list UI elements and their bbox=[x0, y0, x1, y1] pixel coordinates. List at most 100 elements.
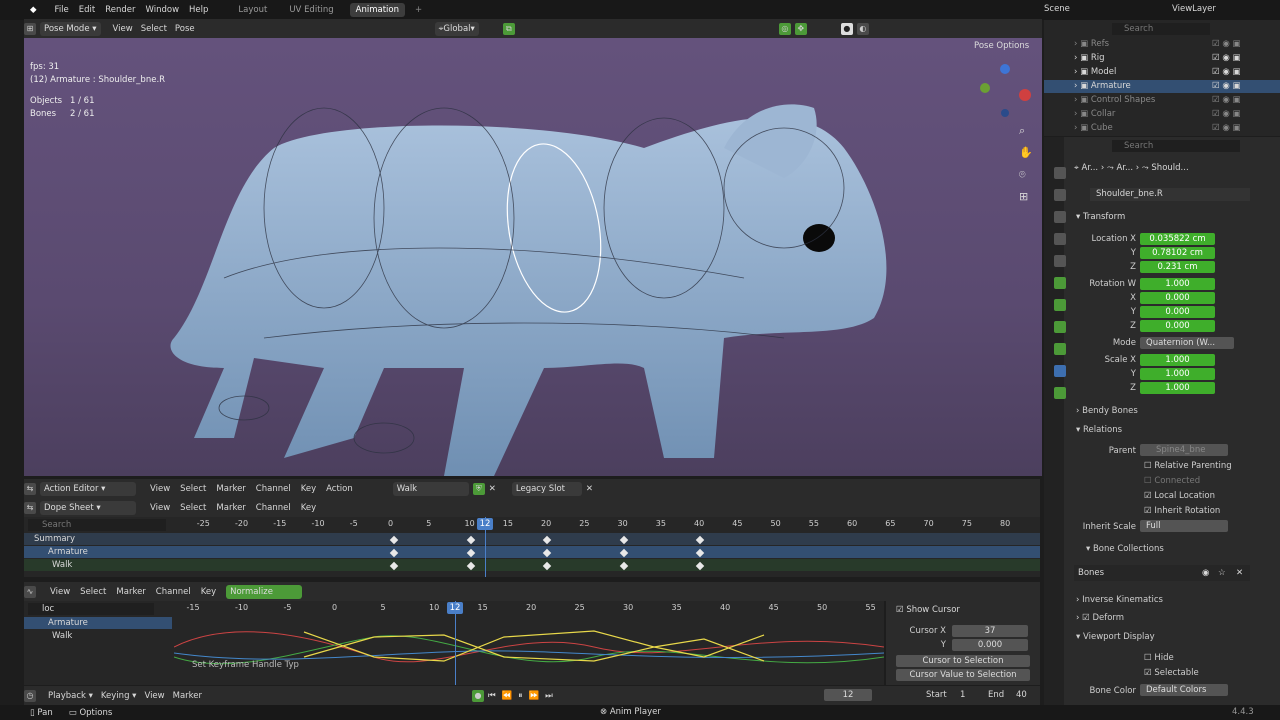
end-field[interactable]: 40 bbox=[1016, 690, 1027, 700]
ae-menu-marker[interactable]: Marker bbox=[216, 484, 245, 494]
normalize-toggle[interactable]: Normalize bbox=[226, 584, 303, 599]
ds-menu-view[interactable]: View bbox=[150, 503, 170, 513]
record-icon[interactable]: ● bbox=[472, 689, 484, 702]
blender-logo-icon[interactable]: ◆ bbox=[30, 5, 37, 15]
snap-icon[interactable]: ⧉ bbox=[502, 22, 515, 35]
location-z-field[interactable]: 0.231 cm bbox=[1140, 261, 1215, 273]
ds-menu-key[interactable]: Key bbox=[301, 503, 316, 513]
parent-field[interactable]: Spine4_bne bbox=[1140, 444, 1228, 456]
3d-viewport[interactable]: fps: 31 (12) Armature : Shoulder_bne.R O… bbox=[24, 38, 1042, 476]
timeline-menu-marker[interactable]: Marker bbox=[173, 691, 202, 701]
graph-editor-area[interactable]: loc -15 -10 -5 0 5 10 15 20 25 30 35 40 45 50 55 Armat… bbox=[24, 601, 884, 685]
tab-uv-editing[interactable]: UV Editing bbox=[283, 3, 339, 17]
dope-sheet-mode-dropdown[interactable]: Dope Sheet ▾ bbox=[40, 500, 136, 515]
armature-data-tab-icon[interactable] bbox=[1054, 343, 1066, 355]
last-operator-panel[interactable]: Set Keyframe Handle Typ bbox=[192, 660, 299, 670]
outliner-row[interactable]: › ▣ Armature ☑ ◉ ▣ bbox=[1044, 80, 1280, 93]
start-field[interactable]: 1 bbox=[960, 690, 965, 700]
remove-icon[interactable]: ✕ bbox=[1236, 565, 1243, 581]
shading-solid-icon[interactable]: ● bbox=[840, 22, 853, 35]
cursor-to-selection-button[interactable]: Cursor to Selection bbox=[896, 655, 1030, 667]
render-tab-icon[interactable] bbox=[1054, 189, 1066, 201]
ae-menu-view[interactable]: View bbox=[150, 484, 170, 494]
eye-icon[interactable]: ◉ bbox=[1202, 565, 1209, 581]
tab-animation[interactable]: Animation bbox=[349, 3, 406, 17]
fake-user-icon[interactable]: ⛨ bbox=[472, 482, 485, 495]
view-layer-tab-icon[interactable] bbox=[1054, 233, 1066, 245]
graph-channel-armature[interactable]: Armature bbox=[48, 618, 88, 628]
visibility-toggle-icon[interactable]: ☑ ◉ ▣ bbox=[1212, 122, 1240, 135]
physics-tab-icon[interactable] bbox=[1054, 299, 1066, 311]
gizmo-icon[interactable]: ✥ bbox=[794, 22, 807, 35]
ae-menu-select[interactable]: Select bbox=[180, 484, 206, 494]
viewport-menu-select[interactable]: Select bbox=[141, 24, 167, 34]
timeline-menu-playback[interactable]: Playback ▾ bbox=[48, 691, 93, 701]
scale-x-field[interactable]: 1.000 bbox=[1140, 354, 1215, 366]
location-y-field[interactable]: 0.78102 cm bbox=[1140, 247, 1215, 259]
show-cursor-checkbox[interactable]: ☑ Show Cursor bbox=[896, 605, 960, 615]
bone-tab-icon[interactable] bbox=[1054, 365, 1066, 377]
editor-type-icon[interactable]: ⇆ bbox=[24, 482, 36, 495]
cursor-x-field[interactable]: 37 bbox=[952, 625, 1028, 637]
dope-sheet-frame-ruler[interactable]: -25 -20 -15 -10 -5 0 5 10 15 20 25 30 35 40 45 50 55 60 65… bbox=[24, 519, 1040, 531]
bone-color-dropdown[interactable]: Default Colors bbox=[1140, 684, 1228, 696]
location-x-field[interactable]: 0.035822 cm bbox=[1140, 233, 1215, 245]
editor-type-icon[interactable]: ◷ bbox=[24, 689, 36, 702]
zoom-icon[interactable]: ⌕ bbox=[1019, 124, 1025, 138]
rotation-w-field[interactable]: 1.000 bbox=[1140, 278, 1215, 290]
menu-help[interactable]: Help bbox=[189, 5, 208, 15]
channel-armature[interactable]: Armature bbox=[48, 547, 88, 557]
visibility-toggle-icon[interactable]: ☑ ◉ ▣ bbox=[1212, 38, 1240, 51]
visibility-toggle-icon[interactable]: ☑ ◉ ▣ bbox=[1212, 52, 1240, 65]
star-icon[interactable]: ☆ bbox=[1218, 565, 1226, 581]
cursor-value-to-selection-button[interactable]: Cursor Value to Selection bbox=[896, 669, 1030, 681]
viewport-menu-pose[interactable]: Pose bbox=[175, 24, 195, 34]
viewport-menu-view[interactable]: View bbox=[113, 24, 133, 34]
scale-y-field[interactable]: 1.000 bbox=[1140, 368, 1215, 380]
object-tab-icon[interactable] bbox=[1054, 277, 1066, 289]
visibility-toggle-icon[interactable]: ☑ ◉ ▣ bbox=[1212, 66, 1240, 79]
outliner-row[interactable]: › ▣ Cube ☑ ◉ ▣ bbox=[1044, 122, 1280, 135]
editor-type-icon[interactable]: ∿ bbox=[24, 585, 36, 598]
inherit-rotation-checkbox[interactable]: ☑ Inherit Rotation bbox=[1144, 506, 1220, 516]
jump-end-icon[interactable]: ⏭ bbox=[545, 691, 553, 701]
relations-panel-header[interactable]: ▾ Relations bbox=[1076, 425, 1122, 435]
transform-panel-header[interactable]: ▾ Transform bbox=[1076, 212, 1125, 222]
editor-type-icon[interactable]: ⇆ bbox=[24, 501, 36, 514]
viewlayer-selector[interactable]: ViewLayer bbox=[1172, 4, 1226, 14]
tool-tab-icon[interactable] bbox=[1054, 167, 1066, 179]
selectable-checkbox[interactable]: ☑ Selectable bbox=[1144, 668, 1199, 678]
constraints-tab-icon[interactable] bbox=[1054, 321, 1066, 333]
graph-current-frame[interactable]: 12 bbox=[447, 602, 463, 614]
add-workspace-icon[interactable]: + bbox=[415, 5, 422, 15]
inherit-scale-dropdown[interactable]: Full bbox=[1140, 520, 1228, 532]
relative-parenting-checkbox[interactable]: ☐ Relative Parenting bbox=[1144, 461, 1232, 471]
step-back-icon[interactable]: ⏪ bbox=[502, 691, 513, 701]
current-frame-field[interactable]: 12 bbox=[824, 689, 872, 701]
pose-options-button[interactable]: Pose Options bbox=[974, 41, 1029, 51]
menu-window[interactable]: Window bbox=[146, 5, 180, 15]
anim-player-status[interactable]: ⊗ Anim Player bbox=[600, 707, 661, 717]
action-editor-mode-dropdown[interactable]: Action Editor ▾ bbox=[40, 481, 136, 496]
current-frame-indicator[interactable]: 12 bbox=[477, 518, 493, 530]
output-tab-icon[interactable] bbox=[1054, 211, 1066, 223]
deform-panel-header[interactable]: › ☑ Deform bbox=[1076, 613, 1124, 623]
dope-sheet-area[interactable]: Search -25 -20 -15 -10 -5 0 5 10 15 20 25 30 35 40 45 5… bbox=[24, 517, 1040, 577]
hide-checkbox[interactable]: ☐ Hide bbox=[1144, 653, 1174, 663]
jump-start-icon[interactable]: ⏮ bbox=[488, 691, 496, 701]
pause-icon[interactable]: ⏸ bbox=[518, 691, 522, 701]
editor-type-icon[interactable]: ⊞ bbox=[24, 22, 36, 35]
rotation-y-field[interactable]: 0.000 bbox=[1140, 306, 1215, 318]
outliner-row[interactable]: › ▣ Rig ☑ ◉ ▣ bbox=[1044, 52, 1280, 65]
bones-collection-item[interactable]: Bones ◉ ☆ ✕ bbox=[1074, 565, 1250, 581]
visibility-toggle-icon[interactable]: ☑ ◉ ▣ bbox=[1212, 94, 1240, 107]
outliner-row[interactable]: › ▣ Control Shapes ☑ ◉ ▣ bbox=[1044, 94, 1280, 107]
scene-tab-icon[interactable] bbox=[1054, 255, 1066, 267]
connected-checkbox[interactable]: ☐ Connected bbox=[1144, 476, 1200, 486]
graph-channel-walk[interactable]: Walk bbox=[52, 631, 72, 641]
outliner-row[interactable]: › ▣ Model ☑ ◉ ▣ bbox=[1044, 66, 1280, 79]
ds-menu-channel[interactable]: Channel bbox=[256, 503, 291, 513]
tab-layout[interactable]: Layout bbox=[232, 3, 273, 17]
properties-search-input[interactable]: Search bbox=[1112, 140, 1240, 152]
visibility-toggle-icon[interactable]: ☑ ◉ ▣ bbox=[1212, 108, 1240, 121]
